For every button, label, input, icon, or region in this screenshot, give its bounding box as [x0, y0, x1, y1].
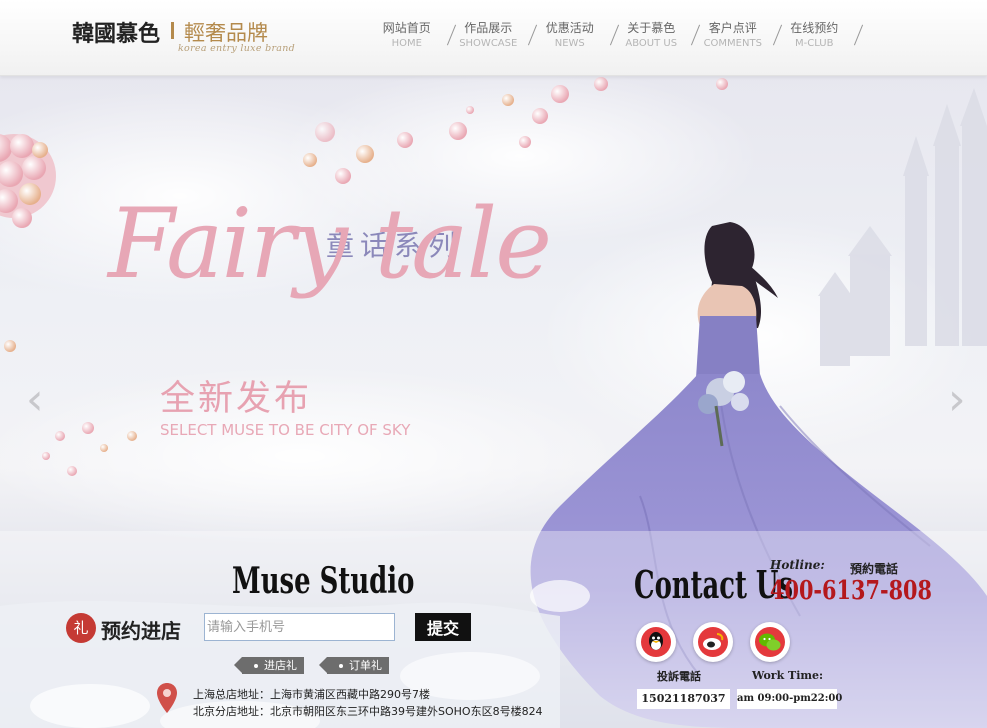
hotline-cn-label: 預約電話 — [850, 562, 899, 576]
nav-label: 关于慕色 — [627, 21, 676, 35]
phone-input[interactable] — [204, 613, 395, 641]
hotline-label: Hotline: — [770, 558, 825, 572]
submit-button[interactable]: 提交 — [415, 613, 471, 641]
main-nav: 网站首页 HOME 作品展示 SHOWCASE 优惠活动 NEWS 关于慕色 A… — [366, 20, 855, 50]
site-header: 韓國慕色 輕奢品牌 korea entry luxe brand 网站首页 HO… — [0, 0, 987, 76]
nav-label: 作品展示 — [464, 21, 513, 35]
booking-label: 预约进店 — [101, 619, 181, 643]
logo-divider — [171, 22, 174, 39]
nav-item-home[interactable]: 网站首页 HOME — [366, 20, 448, 50]
nav-item-news[interactable]: 优惠活动 NEWS — [529, 20, 611, 50]
tag-label: 订单礼 — [349, 659, 382, 672]
address-beijing: 北京分店地址：北京市朝阳区东三环中路39号建外SOHO东区8号楼824 — [193, 705, 543, 718]
nav-item-about[interactable]: 关于慕色 ABOUT US — [611, 20, 693, 50]
nav-label: 网站首页 — [382, 21, 431, 35]
worktime-value: am 09:00-pm22:00 — [737, 689, 842, 709]
nav-sublabel: SHOWCASE — [459, 38, 518, 49]
location-pin-icon — [157, 683, 177, 713]
nav-sublabel: HOME — [391, 38, 422, 49]
nav-sublabel: COMMENTS — [703, 38, 762, 49]
logo-main-text: 韓國慕色 — [72, 21, 161, 47]
logo-tagline: korea entry luxe brand — [178, 43, 296, 54]
complaint-label: 投訴電話 — [657, 670, 701, 683]
banner-script-title: Fairy tale — [108, 188, 552, 300]
nav-sublabel: NEWS — [554, 38, 585, 49]
nav-item-comments[interactable]: 客户点评 COMMENTS — [692, 20, 774, 50]
wechat-glyph — [755, 627, 785, 657]
nav-sublabel: ABOUT US — [625, 38, 678, 49]
order-gift-tag[interactable]: 订单礼 — [319, 657, 389, 674]
banner-tagline: SELECT MUSE TO BE CITY OF SKY — [160, 421, 411, 439]
hero-banner: 童话系列 Fairy tale 全新发布 SELECT MUSE TO BE C… — [0, 76, 987, 728]
nav-label: 优惠活动 — [545, 21, 594, 35]
nav-sublabel: M-CLUB — [795, 38, 834, 49]
qq-glyph — [641, 627, 671, 657]
chevron-left-icon[interactable]: ‹ — [26, 378, 44, 422]
nav-label: 客户点评 — [708, 21, 757, 35]
address-shanghai: 上海总店地址：上海市黄浦区西藏中路290号7楼 — [193, 688, 430, 701]
wechat-icon[interactable] — [750, 622, 790, 662]
bullet-icon — [254, 664, 258, 668]
nav-item-showcase[interactable]: 作品展示 SHOWCASE — [448, 20, 530, 50]
worktime-label: Work Time: — [752, 669, 824, 682]
chevron-right-icon[interactable]: › — [948, 378, 966, 422]
store-gift-tag[interactable]: 进店礼 — [234, 657, 304, 674]
hotline-number: 400-6137-808 — [770, 576, 932, 606]
weibo-icon[interactable] — [693, 622, 733, 662]
weibo-glyph — [698, 627, 728, 657]
studio-title: Muse Studio — [232, 560, 415, 602]
complaint-number: 15021187037 — [637, 689, 730, 709]
qq-icon[interactable] — [636, 622, 676, 662]
tag-label: 进店礼 — [264, 659, 297, 672]
banner-headline: 全新发布 — [160, 379, 313, 419]
gift-icon: 礼 — [66, 613, 96, 643]
nav-label: 在线预约 — [790, 21, 839, 35]
nav-item-mclub[interactable]: 在线预约 M-CLUB — [774, 20, 856, 50]
bullet-icon — [339, 664, 343, 668]
